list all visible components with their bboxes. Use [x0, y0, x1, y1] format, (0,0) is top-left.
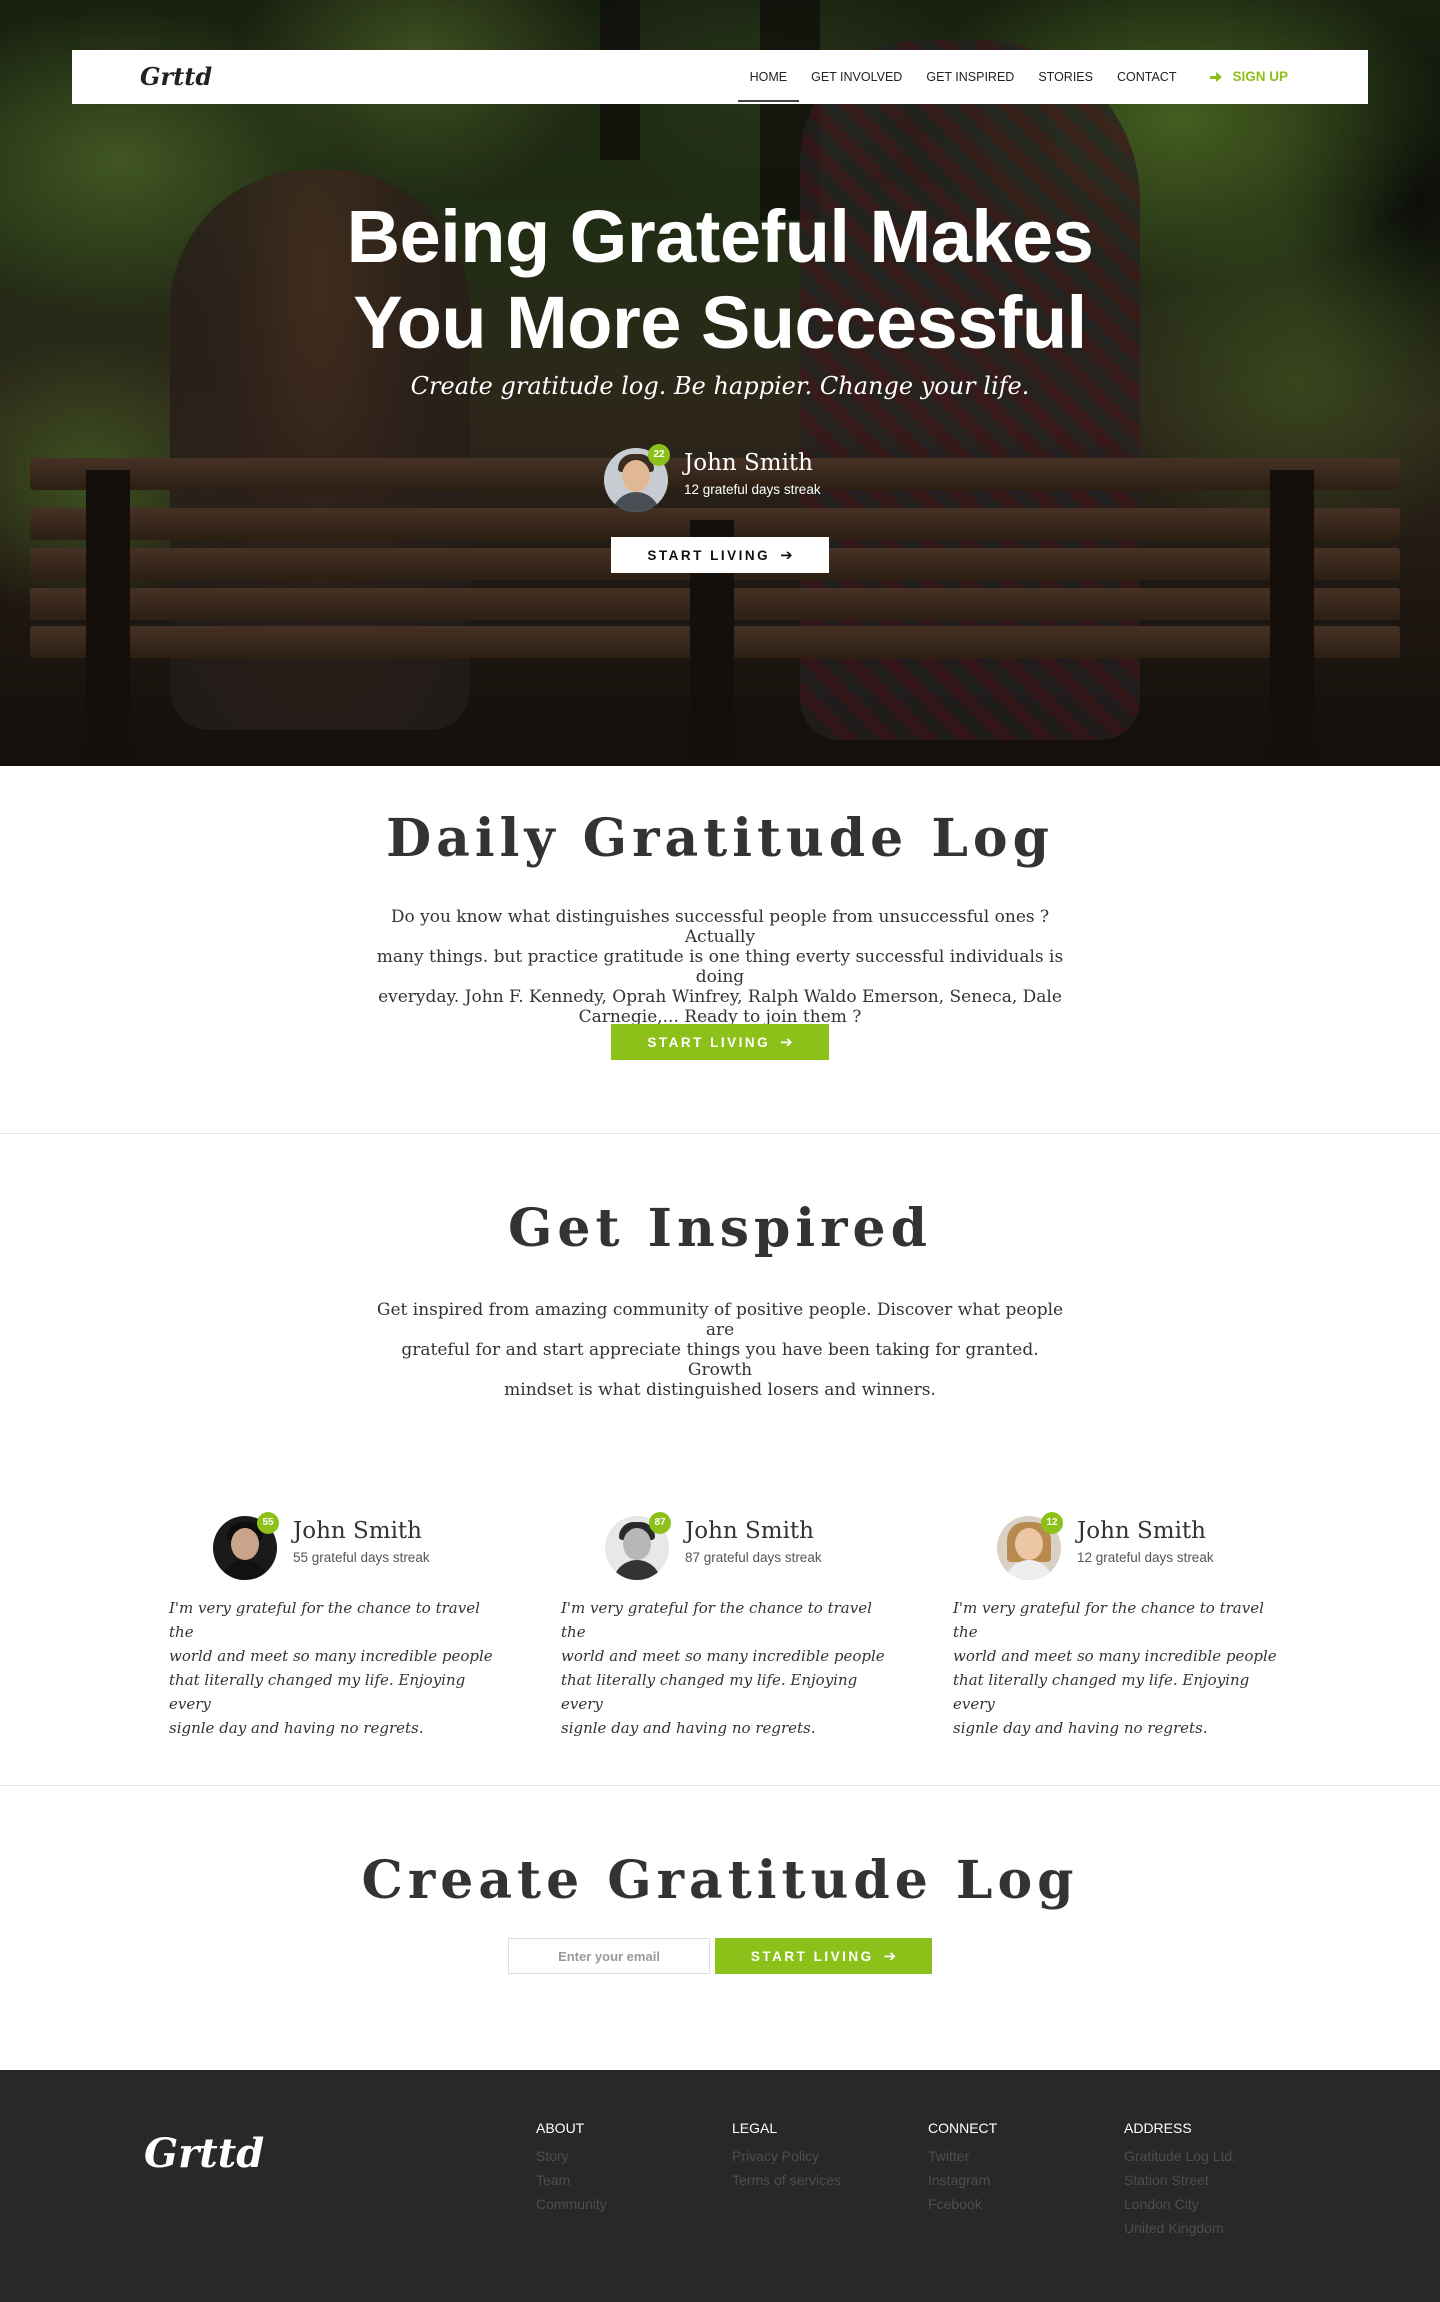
- section-divider: [0, 1785, 1440, 1786]
- get-inspired-title: Get Inspired: [508, 1198, 932, 1259]
- daily-log-description: Do you know what distinguishes successfu…: [370, 907, 1070, 1027]
- quote-line: I'm very grateful for the chance to trav…: [953, 1599, 1264, 1641]
- arrow-right-icon: ➔: [780, 1034, 793, 1051]
- testimonial-card: 55 John Smith 55 grateful days streak I'…: [169, 1512, 509, 1737]
- user-name: John Smith: [1077, 1518, 1206, 1544]
- signup-label: SIGN UP: [1232, 69, 1288, 84]
- streak-badge: 12: [1041, 1512, 1063, 1534]
- navbar: Grttd HOME GET INVOLVED GET INSPIRED STO…: [72, 50, 1368, 104]
- inspired-text-line: Get inspired from amazing community of p…: [376, 1300, 1064, 1340]
- daily-start-living-button[interactable]: START LIVING ➔: [611, 1024, 829, 1060]
- create-log-title: Create Gratitude Log: [361, 1850, 1079, 1911]
- footer-address-line: London City: [1124, 2196, 1199, 2212]
- quote-line: I'm very grateful for the chance to trav…: [561, 1599, 872, 1641]
- user-name: John Smith: [293, 1518, 422, 1544]
- hero-subtitle: Create gratitude log. Be happier. Change…: [410, 372, 1030, 400]
- footer-column-about: ABOUT Story Team Community: [536, 2120, 607, 2216]
- quote-line: world and meet so many incredible people: [953, 1647, 1277, 1665]
- quote-line: signle day and having no regrets.: [561, 1719, 816, 1737]
- footer-logo[interactable]: Grttd: [144, 2130, 264, 2177]
- testimonial-card: 87 John Smith 87 grateful days streak I'…: [561, 1512, 901, 1737]
- quote-line: world and meet so many incredible people: [169, 1647, 493, 1665]
- quote-line: that literally changed my life. Enjoying…: [953, 1671, 1250, 1713]
- testimonial-quote: I'm very grateful for the chance to trav…: [169, 1596, 509, 1740]
- footer-link[interactable]: Fcebook: [928, 2192, 997, 2216]
- hero-title-line1: Being Grateful Makes: [346, 195, 1094, 278]
- nav-link-stories[interactable]: STORIES: [1038, 50, 1093, 104]
- testimonial-quote: I'm very grateful for the chance to trav…: [561, 1596, 901, 1740]
- brand-logo[interactable]: Grttd: [140, 62, 212, 91]
- user-streak: 12 grateful days streak: [1077, 1550, 1214, 1565]
- daily-text-line: many things. but practice gratitude is o…: [376, 947, 1064, 987]
- daily-text-line: everyday. John F. Kennedy, Oprah Winfrey…: [378, 987, 1062, 1007]
- user-streak: 12 grateful days streak: [684, 482, 821, 497]
- footer-link[interactable]: Twitter: [928, 2144, 997, 2168]
- quote-line: I'm very grateful for the chance to trav…: [169, 1599, 480, 1641]
- user-name: John Smith: [685, 1518, 814, 1544]
- quote-line: signle day and having no regrets.: [169, 1719, 424, 1737]
- get-inspired-description: Get inspired from amazing community of p…: [370, 1300, 1070, 1400]
- footer: Grttd ABOUT Story Team Community LEGAL P…: [0, 2070, 1440, 2302]
- inspired-text-line: mindset is what distinguished losers and…: [504, 1380, 936, 1400]
- create-cta-label: START LIVING: [750, 1948, 874, 1964]
- footer-link[interactable]: Instagram: [928, 2168, 997, 2192]
- streak-badge: 55: [257, 1512, 279, 1534]
- hero-title-line2: You More Successful: [353, 281, 1087, 364]
- testimonial-card: 12 John Smith 12 grateful days streak I'…: [953, 1512, 1293, 1737]
- footer-heading: CONNECT: [928, 2120, 998, 2136]
- footer-address-line: United Kingdom: [1124, 2220, 1224, 2236]
- hero-cta-label: START LIVING: [647, 547, 771, 563]
- hero-section: Grttd HOME GET INVOLVED GET INSPIRED STO…: [0, 0, 1440, 766]
- hero-start-living-button[interactable]: START LIVING ➔: [611, 537, 829, 573]
- streak-badge: 87: [649, 1512, 671, 1534]
- footer-address-line: Station Street: [1124, 2172, 1209, 2188]
- footer-heading: ADDRESS: [1124, 2120, 1192, 2136]
- streak-badge: 22: [648, 444, 670, 466]
- daily-log-title: Daily Gratitude Log: [386, 808, 1054, 869]
- footer-link[interactable]: Privacy Policy: [732, 2144, 841, 2168]
- footer-column-legal: LEGAL Privacy Policy Terms of services: [732, 2120, 841, 2192]
- sign-in-icon: [1210, 71, 1224, 83]
- footer-link[interactable]: Community: [536, 2192, 607, 2216]
- nav-link-get-inspired[interactable]: GET INSPIRED: [926, 50, 1014, 104]
- user-streak: 87 grateful days streak: [685, 1550, 822, 1565]
- arrow-right-icon: ➔: [780, 547, 793, 564]
- create-start-living-button[interactable]: START LIVING ➔: [715, 1938, 932, 1974]
- footer-column-connect: CONNECT Twitter Instagram Fcebook: [928, 2120, 997, 2216]
- quote-line: world and meet so many incredible people: [561, 1647, 885, 1665]
- footer-column-address: ADDRESS Gratitude Log Ltd. Station Stree…: [1124, 2120, 1236, 2240]
- nav-link-home[interactable]: HOME: [737, 50, 799, 104]
- footer-heading: LEGAL: [732, 2120, 778, 2136]
- footer-link[interactable]: Terms of services: [732, 2168, 841, 2192]
- footer-address-line: Gratitude Log Ltd.: [1124, 2148, 1237, 2164]
- daily-cta-label: START LIVING: [647, 1034, 771, 1050]
- email-input[interactable]: [508, 1938, 710, 1974]
- user-name: John Smith: [684, 450, 813, 476]
- footer-heading: ABOUT: [536, 2120, 585, 2136]
- quote-line: signle day and having no regrets.: [953, 1719, 1208, 1737]
- footer-link[interactable]: Story: [536, 2144, 607, 2168]
- user-streak: 55 grateful days streak: [293, 1550, 430, 1565]
- quote-line: that literally changed my life. Enjoying…: [561, 1671, 858, 1713]
- nav-link-get-involved[interactable]: GET INVOLVED: [811, 50, 902, 104]
- quote-line: that literally changed my life. Enjoying…: [169, 1671, 466, 1713]
- section-divider: [0, 1133, 1440, 1134]
- daily-text-line: Do you know what distinguishes successfu…: [390, 907, 1050, 947]
- nav-links: HOME GET INVOLVED GET INSPIRED STORIES C…: [726, 50, 1288, 104]
- arrow-right-icon: ➔: [883, 1948, 897, 1965]
- nav-link-contact[interactable]: CONTACT: [1117, 50, 1177, 104]
- signup-button[interactable]: SIGN UP: [1210, 50, 1288, 104]
- testimonial-quote: I'm very grateful for the chance to trav…: [953, 1596, 1293, 1740]
- footer-link[interactable]: Team: [536, 2168, 607, 2192]
- inspired-text-line: grateful for and start appreciate things…: [401, 1340, 1039, 1380]
- hero-title: Being Grateful Makes You More Successful: [0, 194, 1440, 366]
